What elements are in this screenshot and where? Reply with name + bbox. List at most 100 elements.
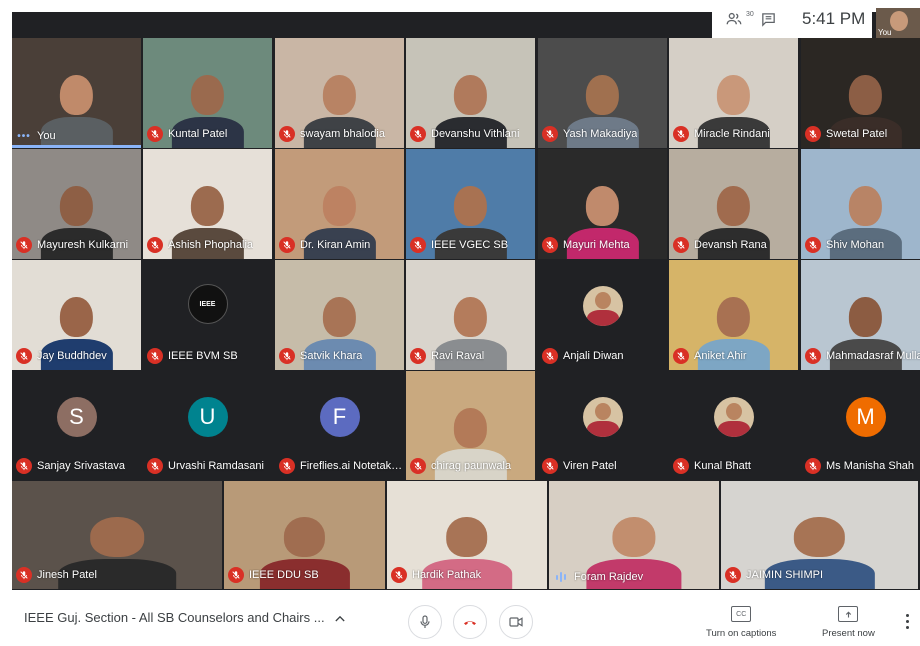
participant-tile[interactable]: Swetal Patel <box>801 38 920 148</box>
participant-name: Mayuri Mehta <box>563 239 630 251</box>
participant-name: Ms Manisha Shah <box>826 460 915 472</box>
mic-muted-icon <box>16 348 32 364</box>
participant-tile[interactable]: Devanshu Vithlani <box>406 38 535 148</box>
mic-muted-icon <box>410 348 426 364</box>
participant-name: Jay Buddhdev <box>37 350 107 362</box>
participant-tile[interactable]: IEEE VGEC SB <box>406 149 535 259</box>
participant-name: chirag paunwala <box>431 460 512 472</box>
self-view-thumbnail[interactable]: You <box>876 8 920 38</box>
participant-tile[interactable]: Jay Buddhdev <box>12 260 141 370</box>
participant-tile[interactable]: Satvik Khara <box>275 260 404 370</box>
mic-muted-icon <box>410 126 426 142</box>
participant-label: chirag paunwala <box>410 458 511 474</box>
people-icon[interactable]: 30 <box>722 7 754 31</box>
participant-tile[interactable]: Foram Rajdev <box>549 481 719 589</box>
participant-count-badge: 30 <box>746 11 754 18</box>
mic-muted-icon <box>805 348 821 364</box>
participant-label: JAIMIN SHIMPI <box>725 567 823 583</box>
speaking-wave-icon <box>553 571 569 583</box>
participant-tile[interactable]: ••• You <box>12 38 141 148</box>
present-icon <box>838 606 859 622</box>
participant-name: Yash Makadiya <box>563 128 638 140</box>
participant-tile[interactable]: S Sanjay Srivastava <box>12 371 141 480</box>
mic-muted-icon <box>542 458 558 474</box>
participant-name: Kunal Bhatt <box>694 460 751 472</box>
participant-tile[interactable]: Anjali Diwan <box>538 260 667 370</box>
participant-name: Aniket Ahir <box>694 350 747 362</box>
participant-tile[interactable]: Mayuri Mehta <box>538 149 667 259</box>
participant-tile[interactable]: F Fireflies.ai Notetaker M... <box>275 371 404 480</box>
participant-label: swayam bhalodia <box>279 126 385 142</box>
participant-tile[interactable]: Hardik Pathak <box>387 481 547 589</box>
mic-muted-icon <box>673 237 689 253</box>
participant-tile[interactable]: Miracle Rindani <box>669 38 798 148</box>
mic-muted-icon <box>673 126 689 142</box>
participant-tile[interactable]: Mayuresh Kulkarni <box>12 149 141 259</box>
participant-name: JAIMIN SHIMPI <box>746 569 824 581</box>
chat-icon[interactable] <box>756 7 780 31</box>
participant-label: Kuntal Patel <box>147 126 227 142</box>
participant-tile[interactable]: Aniket Ahir <box>669 260 798 370</box>
mic-muted-icon <box>725 567 741 583</box>
participant-tile[interactable]: IEEE DDU SB <box>224 481 385 589</box>
participant-label: Miracle Rindani <box>673 126 770 142</box>
participant-label: Mayuresh Kulkarni <box>16 237 128 253</box>
participant-tile[interactable]: swayam bhalodia <box>275 38 404 148</box>
participant-label: Swetal Patel <box>805 126 887 142</box>
participant-label: Yash Makadiya <box>542 126 637 142</box>
participant-tile[interactable]: Ashish Phophalia <box>143 149 272 259</box>
participant-tile[interactable]: IEEE IEEE BVM SB <box>143 260 272 370</box>
participant-tile[interactable]: M Ms Manisha Shah <box>801 371 920 480</box>
participant-tile[interactable]: Shiv Mohan <box>801 149 920 259</box>
participant-label: Ms Manisha Shah <box>805 458 914 474</box>
participant-label: IEEE BVM SB <box>147 348 238 364</box>
participant-name: Mahmadasraf Mulla <box>826 350 920 362</box>
captions-button[interactable]: CC Turn on captions <box>706 606 776 639</box>
participant-name: Swetal Patel <box>826 128 888 140</box>
participant-tile[interactable]: Kuntal Patel <box>143 38 272 148</box>
participant-tile[interactable]: Kunal Bhatt <box>669 371 798 480</box>
participant-name: Ashish Phophalia <box>168 239 254 251</box>
top-status-panel: 30 5:41 PM <box>712 0 872 38</box>
mic-muted-icon <box>16 458 32 474</box>
participant-name: You <box>37 130 56 142</box>
participant-avatar: M <box>845 396 886 437</box>
participant-name: IEEE BVM SB <box>168 350 238 362</box>
clock-time: 5:41 PM <box>802 9 866 28</box>
mic-muted-icon <box>805 458 821 474</box>
meeting-details-button[interactable]: IEEE Guj. Section - All SB Counselors an… <box>24 610 345 625</box>
self-face <box>890 11 908 31</box>
captions-icon: CC <box>731 606 752 622</box>
camera-button[interactable] <box>499 605 533 639</box>
participant-name: Fireflies.ai Notetaker M... <box>300 460 404 472</box>
participant-label: Anjali Diwan <box>542 348 624 364</box>
participant-name: Kuntal Patel <box>168 128 228 140</box>
participant-tile[interactable]: Devansh Rana <box>669 149 798 259</box>
participant-label: ••• You <box>16 130 56 142</box>
more-dots-icon[interactable]: ••• <box>16 131 32 142</box>
mic-muted-icon <box>673 458 689 474</box>
participant-name: Devanshu Vithlani <box>431 128 520 140</box>
mic-muted-icon <box>147 458 163 474</box>
participant-tile[interactable]: Mahmadasraf Mulla <box>801 260 920 370</box>
self-view-label: You <box>878 28 892 37</box>
leave-call-button[interactable] <box>453 605 487 639</box>
mic-button[interactable] <box>408 605 442 639</box>
top-bar: 30 5:41 PM You <box>0 0 920 38</box>
participant-label: Foram Rajdev <box>553 571 643 583</box>
mic-muted-icon <box>147 126 163 142</box>
participant-tile[interactable]: Viren Patel <box>538 371 667 480</box>
participant-name: Mayuresh Kulkarni <box>37 239 129 251</box>
participant-tile[interactable]: U Urvashi Ramdasani <box>143 371 272 480</box>
participant-label: Sanjay Srivastava <box>16 458 125 474</box>
participant-tile[interactable]: Dr. Kiran Amin <box>275 149 404 259</box>
more-options-icon[interactable] <box>906 614 910 629</box>
participant-tile[interactable]: Ravi Raval <box>406 260 535 370</box>
participant-tile[interactable]: chirag paunwala <box>406 371 535 480</box>
participant-tile[interactable]: Yash Makadiya <box>538 38 667 148</box>
participant-tile[interactable]: Jinesh Patel <box>12 481 222 589</box>
participant-name: Devansh Rana <box>694 239 767 251</box>
mic-muted-icon <box>16 237 32 253</box>
present-now-button[interactable]: Present now <box>822 606 875 639</box>
participant-tile[interactable]: JAIMIN SHIMPI <box>721 481 918 589</box>
